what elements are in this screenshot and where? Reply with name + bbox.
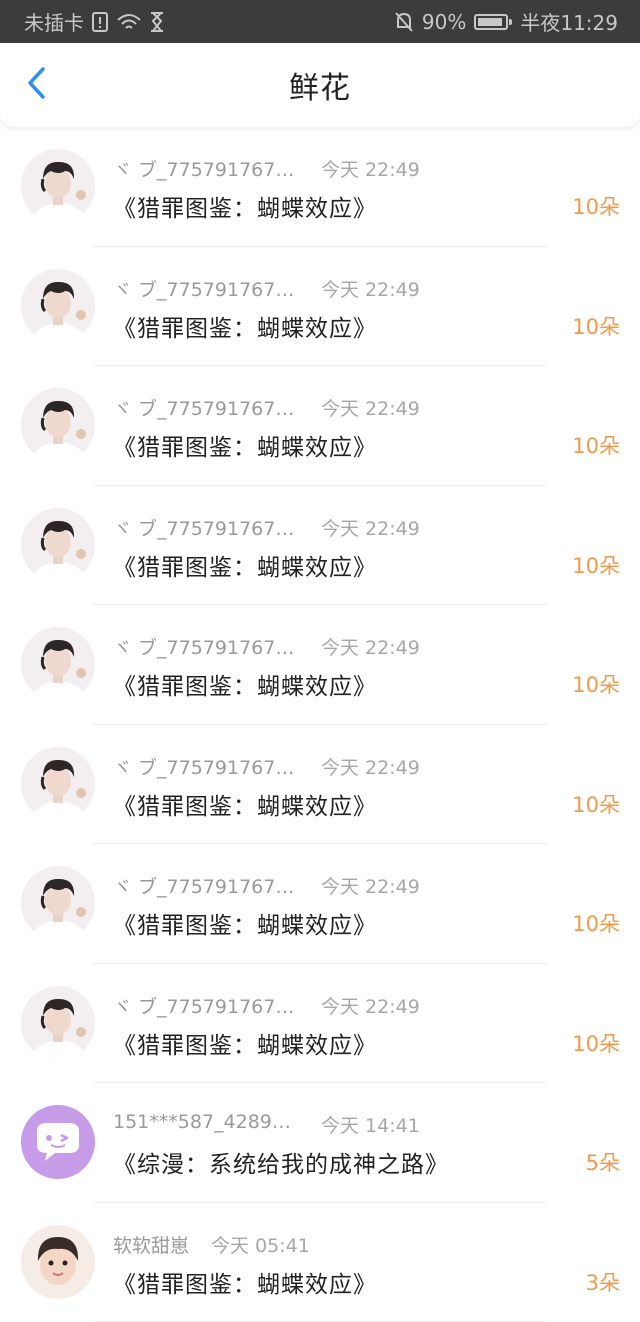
user-name: ヾ ブ_7757917671... bbox=[113, 514, 299, 541]
flower-count: 10朵 bbox=[572, 1028, 620, 1058]
list-item[interactable]: ヾ ブ_7757917671... 今天 22:49 《猎罪图鉴：蝴蝶效应》 1… bbox=[0, 127, 640, 247]
meta-line: ヾ ブ_7757917671... 今天 22:49 bbox=[113, 394, 420, 421]
list-item[interactable]: ヾ ブ_7757917671... 今天 22:49 《猎罪图鉴：蝴蝶效应》 1… bbox=[0, 964, 640, 1084]
flower-count: 10朵 bbox=[572, 311, 620, 341]
flower-count: 10朵 bbox=[572, 191, 620, 221]
meta-line: ヾ ブ_7757917671... 今天 22:49 bbox=[113, 872, 420, 899]
timestamp: 今天 22:49 bbox=[321, 514, 420, 541]
boy-avatar[interactable] bbox=[21, 269, 95, 343]
meta-line: ヾ ブ_7757917671... 今天 22:49 bbox=[113, 753, 420, 780]
battery-icon bbox=[474, 14, 508, 30]
chat-bubble-avatar[interactable] bbox=[21, 1105, 95, 1179]
list-item[interactable]: 软软甜崽 今天 05:41 《猎罪图鉴：蝴蝶效应》 3朵 bbox=[0, 1203, 640, 1322]
user-name: ヾ ブ_7757917671... bbox=[113, 275, 299, 302]
meta-line: ヾ ブ_7757917671... 今天 22:49 bbox=[113, 514, 420, 541]
user-name: ヾ ブ_7757917671... bbox=[113, 992, 299, 1019]
nav-header: 鲜花 bbox=[0, 43, 640, 127]
meta-line: 软软甜崽 今天 05:41 bbox=[113, 1231, 310, 1258]
boy-avatar[interactable] bbox=[21, 627, 95, 701]
timestamp: 今天 22:49 bbox=[321, 633, 420, 660]
clock: 半夜11:29 bbox=[520, 7, 618, 36]
meta-line: ヾ ブ_7757917671... 今天 22:49 bbox=[113, 633, 420, 660]
book-title[interactable]: 《猎罪图鉴：蝴蝶效应》 bbox=[113, 1265, 377, 1299]
flower-record-list[interactable]: ヾ ブ_7757917671... 今天 22:49 《猎罪图鉴：蝴蝶效应》 1… bbox=[0, 127, 640, 1322]
list-item[interactable]: ヾ ブ_7757917671... 今天 22:49 《猎罪图鉴：蝴蝶效应》 1… bbox=[0, 366, 640, 486]
timestamp: 今天 22:49 bbox=[321, 394, 420, 421]
timestamp: 今天 22:49 bbox=[321, 992, 420, 1019]
user-name: 软软甜崽 bbox=[113, 1231, 189, 1258]
boy-avatar[interactable] bbox=[21, 149, 95, 223]
timestamp: 今天 22:49 bbox=[321, 155, 420, 182]
carrier-label: 未插卡 bbox=[24, 7, 84, 36]
user-name: ヾ ブ_7757917671... bbox=[113, 753, 299, 780]
flower-count: 10朵 bbox=[572, 789, 620, 819]
book-title[interactable]: 《猎罪图鉴：蝴蝶效应》 bbox=[113, 787, 377, 821]
flower-count: 10朵 bbox=[572, 669, 620, 699]
back-button[interactable] bbox=[18, 65, 54, 105]
book-title[interactable]: 《猎罪图鉴：蝴蝶效应》 bbox=[113, 309, 377, 343]
meta-line: ヾ ブ_7757917671... 今天 22:49 bbox=[113, 155, 420, 182]
list-item[interactable]: ヾ ブ_7757917671... 今天 22:49 《猎罪图鉴：蝴蝶效应》 1… bbox=[0, 844, 640, 964]
page-title: 鲜花 bbox=[289, 63, 351, 107]
boy-avatar[interactable] bbox=[21, 986, 95, 1060]
chevron-left-icon bbox=[25, 66, 47, 104]
timestamp: 今天 22:49 bbox=[321, 872, 420, 899]
list-item[interactable]: ヾ ブ_7757917671... 今天 22:49 《猎罪图鉴：蝴蝶效应》 1… bbox=[0, 605, 640, 725]
boy-avatar[interactable] bbox=[21, 747, 95, 821]
flower-count: 10朵 bbox=[572, 430, 620, 460]
wifi-icon bbox=[116, 12, 142, 32]
book-title[interactable]: 《猎罪图鉴：蝴蝶效应》 bbox=[113, 906, 377, 940]
user-name: ヾ ブ_7757917671... bbox=[113, 633, 299, 660]
battery-fill bbox=[478, 18, 501, 26]
meta-line: ヾ ブ_7757917671... 今天 22:49 bbox=[113, 992, 420, 1019]
timestamp: 今天 14:41 bbox=[321, 1111, 420, 1138]
bell-muted-icon bbox=[394, 11, 414, 33]
boy-avatar[interactable] bbox=[21, 388, 95, 462]
list-item[interactable]: ヾ ブ_7757917671... 今天 22:49 《猎罪图鉴：蝴蝶效应》 1… bbox=[0, 486, 640, 606]
book-title[interactable]: 《猎罪图鉴：蝴蝶效应》 bbox=[113, 548, 377, 582]
status-bar: 未插卡 90% 半夜11:29 bbox=[0, 0, 640, 43]
timestamp: 今天 05:41 bbox=[211, 1231, 310, 1258]
user-name: ヾ ブ_7757917671... bbox=[113, 872, 299, 899]
book-title[interactable]: 《猎罪图鉴：蝴蝶效应》 bbox=[113, 428, 377, 462]
flower-count: 5朵 bbox=[586, 1147, 620, 1177]
book-title[interactable]: 《猎罪图鉴：蝴蝶效应》 bbox=[113, 1026, 377, 1060]
user-name: 151***587_42891... bbox=[113, 1111, 299, 1138]
battery-percent: 90% bbox=[422, 10, 466, 34]
timestamp: 今天 22:49 bbox=[321, 275, 420, 302]
user-name: ヾ ブ_7757917671... bbox=[113, 394, 299, 421]
flower-count: 3朵 bbox=[586, 1267, 620, 1297]
book-title[interactable]: 《综漫：系统给我的成神之路》 bbox=[113, 1145, 449, 1179]
sim-alert-icon bbox=[92, 12, 108, 32]
hourglass-icon bbox=[150, 12, 164, 32]
timestamp: 今天 22:49 bbox=[321, 753, 420, 780]
status-bar-left: 未插卡 bbox=[24, 7, 164, 36]
meta-line: 151***587_42891... 今天 14:41 bbox=[113, 1111, 420, 1138]
status-bar-right: 90% 半夜11:29 bbox=[394, 7, 618, 36]
boy-avatar[interactable] bbox=[21, 866, 95, 940]
boy-avatar[interactable] bbox=[21, 508, 95, 582]
flower-count: 10朵 bbox=[572, 550, 620, 580]
girl-avatar[interactable] bbox=[21, 1225, 95, 1299]
list-item[interactable]: ヾ ブ_7757917671... 今天 22:49 《猎罪图鉴：蝴蝶效应》 1… bbox=[0, 247, 640, 367]
meta-line: ヾ ブ_7757917671... 今天 22:49 bbox=[113, 275, 420, 302]
book-title[interactable]: 《猎罪图鉴：蝴蝶效应》 bbox=[113, 667, 377, 701]
book-title[interactable]: 《猎罪图鉴：蝴蝶效应》 bbox=[113, 189, 377, 223]
user-name: ヾ ブ_7757917671... bbox=[113, 155, 299, 182]
list-item[interactable]: ヾ ブ_7757917671... 今天 22:49 《猎罪图鉴：蝴蝶效应》 1… bbox=[0, 725, 640, 845]
flower-count: 10朵 bbox=[572, 908, 620, 938]
list-item[interactable]: 151***587_42891... 今天 14:41 《综漫：系统给我的成神之… bbox=[0, 1083, 640, 1203]
